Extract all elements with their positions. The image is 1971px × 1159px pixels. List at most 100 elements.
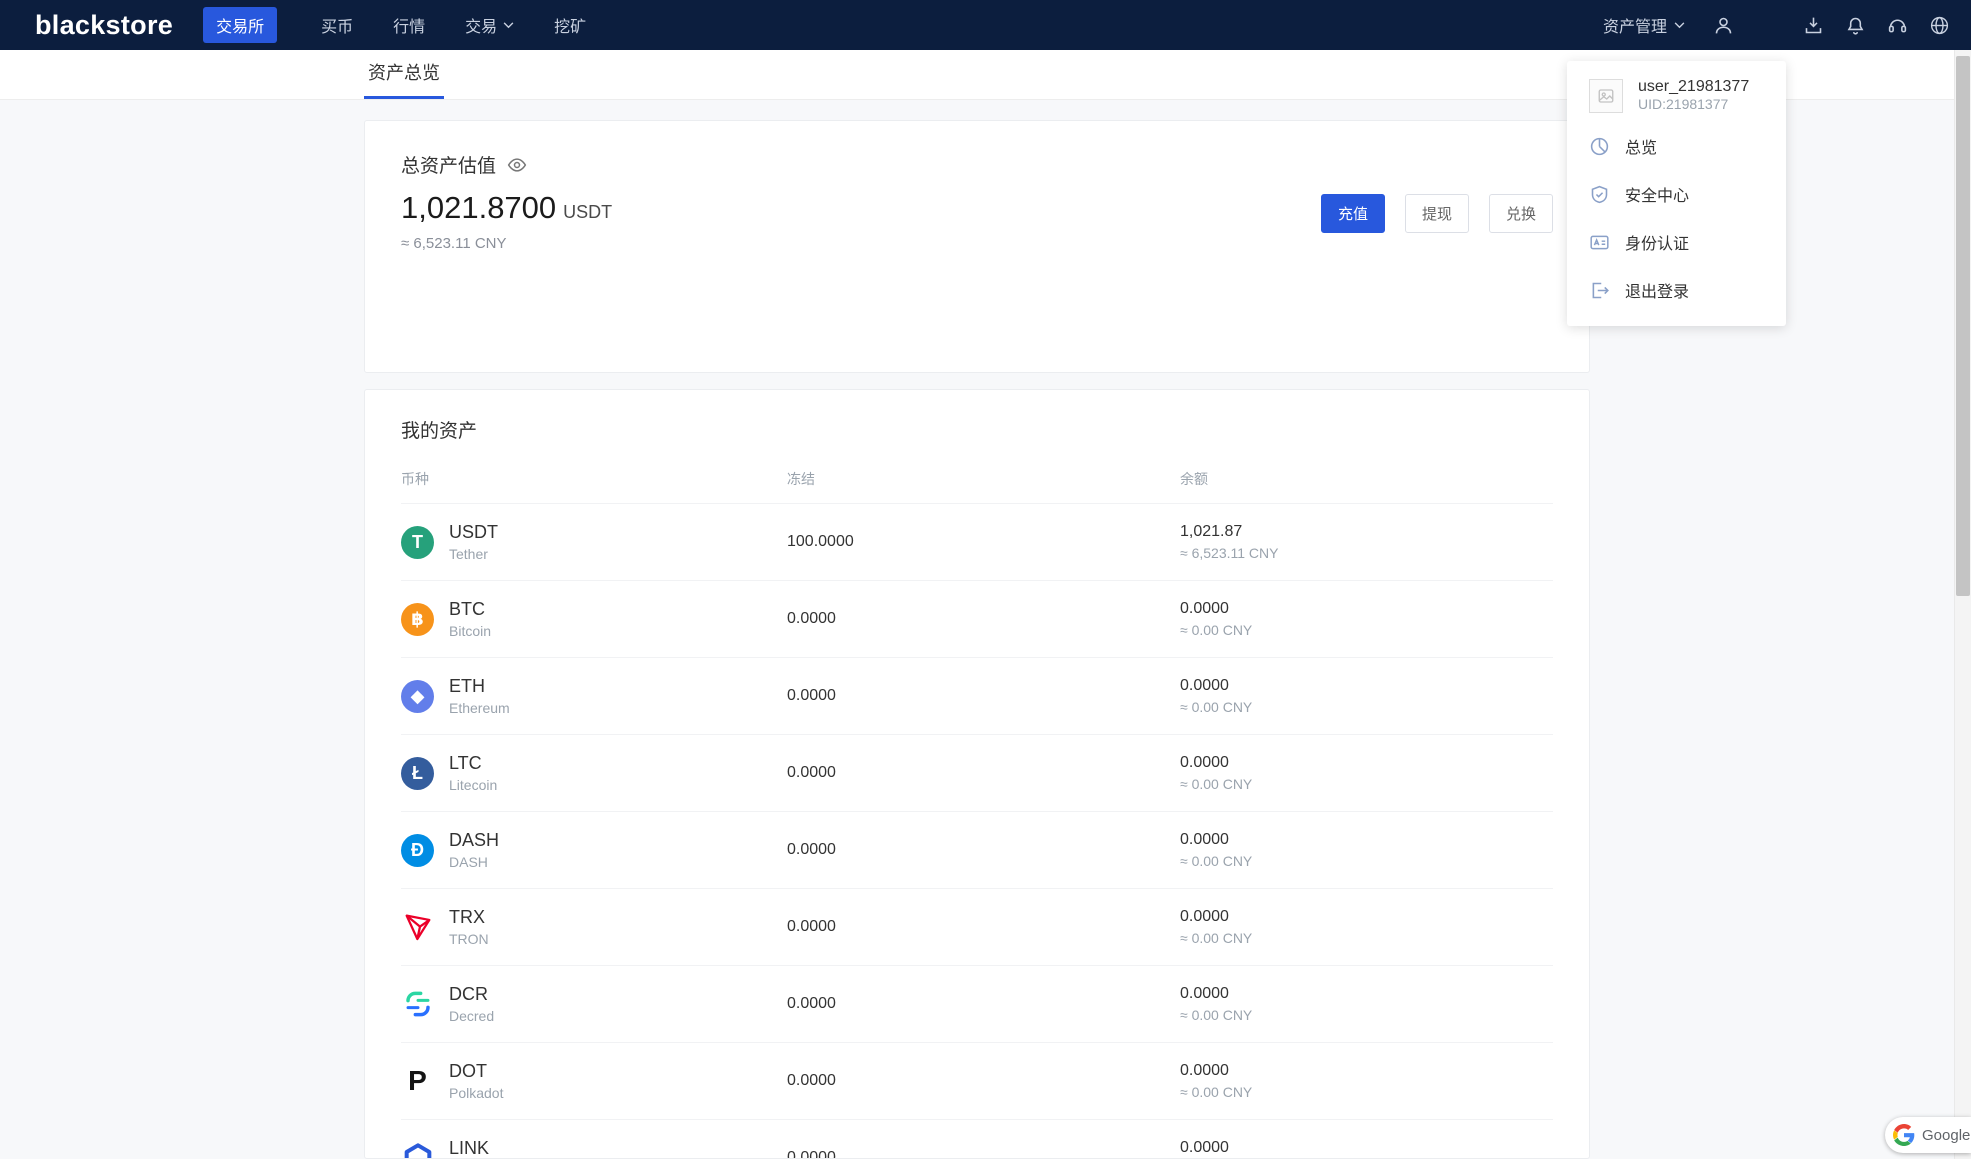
coin-name: Bitcoin [449,623,492,639]
exchange-button-card[interactable]: 兑换 [1488,194,1553,233]
chainlink-icon [401,1142,434,1158]
balance-value: 0.0000 [1180,985,1229,1002]
balance-cny: ≈ 0.00 CNY [1180,776,1253,792]
balance-cny: ≈ 6,523.11 CNY [1180,545,1279,561]
menu-item-logout[interactable]: 退出登录 [1567,266,1786,314]
nav-item-buy[interactable]: 买币 [321,13,353,37]
coin-name: Litecoin [449,777,498,793]
my-assets-card: 我的资产 币种 冻结 余额 T USDT Tether 100.0000 1,021.8… [364,389,1590,1159]
total-assets-unit: USDT [563,202,613,222]
asset-management-label: 资产管理 [1602,19,1667,36]
nav-item-label: 买币 [321,19,354,36]
user-dropdown-menu: user_21981377 UID:21981377 总览安全中心身份认证退出登… [1567,61,1786,326]
table-row-usdt[interactable]: T USDT Tether 100.0000 1,021.87 ≈ 6,523.11 CN… [401,503,1553,580]
table-row-trx[interactable]: TRX TRON 0.0000 0.0000 ≈ 0.00 CNY [401,888,1553,965]
security-icon [1589,184,1610,205]
menu-item-label: 安全中心 [1625,188,1690,205]
tron-icon [401,911,434,944]
asset-management-menu[interactable]: 资产管理 [1603,13,1685,37]
header-coin: 币种 [401,471,429,487]
balance-value: 0.0000 [1180,1062,1229,1079]
menu-item-overview[interactable]: 总览 [1567,122,1786,170]
header-frozen: 冻结 [787,471,815,487]
table-row-ltc[interactable]: Ł LTC Litecoin 0.0000 0.0000 ≈ 0.00 CNY [401,734,1553,811]
coin-name: Polkadot [449,1085,504,1101]
withdraw-button[interactable]: 提现 [1404,194,1469,233]
table-row-dash[interactable]: Đ DASH DASH 0.0000 0.0000 ≈ 0.00 CNY [401,811,1553,888]
total-assets-value: 1,021.8700 [401,190,557,225]
frozen-value: 0.0000 [787,995,836,1012]
balance-value: 0.0000 [1180,831,1229,848]
identity-icon [1589,232,1610,253]
frozen-value: 0.0000 [787,764,836,781]
frozen-value: 0.0000 [787,841,836,858]
table-row-eth[interactable]: ◆ ETH Ethereum 0.0000 0.0000 ≈ 0.00 CNY [401,657,1553,734]
coin-name: TRON [449,931,489,947]
google-translate-badge[interactable]: Google [1885,1117,1971,1153]
table-row-btc[interactable]: ฿ BTC Bitcoin 0.0000 0.0000 ≈ 0.00 CNY [401,580,1553,657]
tab-asset-overview[interactable]: 资产总览 [364,50,444,99]
frozen-value: 0.0000 [787,918,836,935]
coin-symbol: USDT [449,522,498,542]
table-row-dot[interactable]: P DOT Polkadot 0.0000 0.0000 ≈ 0.00 CNY [401,1042,1553,1119]
support-icon[interactable] [1887,15,1908,36]
balance-value: 0.0000 [1180,908,1229,925]
chevron-down-icon [503,21,514,29]
logout-icon [1589,280,1610,301]
download-icon[interactable] [1803,15,1824,36]
coin-symbol: DASH [449,830,500,850]
frozen-value: 100.0000 [787,533,854,550]
bell-icon[interactable] [1845,15,1866,36]
asset-rows: T USDT Tether 100.0000 1,021.87 ≈ 6,523.11 CN… [401,503,1553,1159]
scrollbar-thumb[interactable] [1956,56,1970,596]
nav-item-label: 行情 [393,19,426,36]
total-assets-title: 总资产估值 [401,156,497,177]
brand-logo[interactable]: blackstore [35,10,173,41]
frozen-value: 0.0000 [787,687,836,704]
menu-item-identity[interactable]: 身份认证 [1567,218,1786,266]
user-info: user_21981377 UID:21981377 [1567,78,1786,122]
navbar-right: 资产管理 [1603,13,1950,37]
frozen-value: 0.0000 [787,1149,836,1159]
deposit-button[interactable]: 充值 [1320,194,1385,233]
ethereum-icon: ◆ [401,679,434,713]
nav-items: 买币 行情 交易 挖矿 [321,13,586,37]
balance-cny: ≈ 0.00 CNY [1180,930,1253,946]
balance-value: 0.0000 [1180,1139,1229,1156]
dash-icon: Đ [401,833,434,867]
overview-icon [1589,136,1610,157]
nav-item-mining[interactable]: 挖矿 [554,13,586,37]
menu-item-label: 退出登录 [1625,284,1690,301]
scrollbar-track[interactable] [1954,50,1971,1159]
litecoin-icon: Ł [401,756,434,790]
balance-cny: ≈ 0.00 CNY [1180,1084,1253,1100]
table-row-link[interactable]: LINKChainLink0.00000.0000≈ 0.00 CNY [401,1119,1553,1159]
nav-item-trade[interactable]: 交易 [465,13,514,37]
usdt-icon: T [401,525,434,559]
eye-icon[interactable] [507,155,527,175]
balance-value: 0.0000 [1180,754,1229,771]
balance-value: 0.0000 [1180,677,1229,694]
menu-item-label: 身份认证 [1625,236,1690,253]
google-logo-icon [1893,1124,1915,1146]
coin-name: DASH [449,854,488,870]
coin-symbol: DCR [449,984,488,1004]
table-row-dcr[interactable]: DCR Decred 0.0000 0.0000 ≈ 0.00 CNY [401,965,1553,1042]
exchange-button[interactable]: 交易所 [203,7,278,43]
coin-symbol: ETH [449,676,485,696]
balance-value: 0.0000 [1180,600,1229,617]
nav-item-markets[interactable]: 行情 [393,13,425,37]
coin-symbol: DOT [449,1061,487,1081]
menu-item-label: 总览 [1625,140,1658,157]
total-assets-cny: ≈ 6,523.11 CNY [401,235,507,252]
frozen-value: 0.0000 [787,1072,836,1089]
coin-name: Decred [449,1008,495,1024]
globe-icon[interactable] [1929,15,1950,36]
total-assets-card: 总资产估值 1,021.8700 USDT ≈ 6,523.11 CNY 充值 提… [364,120,1590,373]
user-icon[interactable] [1713,15,1734,36]
frozen-value: 0.0000 [787,610,836,627]
navbar: blackstore 交易所 买币 行情 交易 挖矿 资产管理 [0,0,1971,50]
coin-symbol: LTC [449,753,482,773]
balance-cny: ≈ 0.00 CNY [1180,1007,1253,1023]
menu-item-security[interactable]: 安全中心 [1567,170,1786,218]
